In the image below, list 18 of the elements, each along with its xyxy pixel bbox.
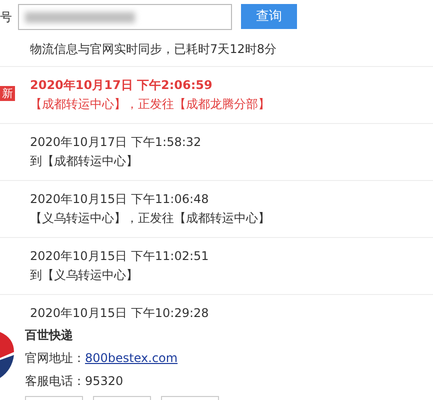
- event-status: 【义乌转运中心】，正发往【成都转运中心】: [30, 210, 270, 227]
- event-time: 2020年10月17日 下午1:58:32: [30, 134, 202, 151]
- courier-name: 百世快递: [25, 327, 74, 344]
- field-label: 号: [0, 8, 12, 26]
- phone-number: 95320: [85, 374, 124, 388]
- event-status: 到【成都转运中心】: [30, 153, 139, 170]
- event-time: 2020年10月15日 下午11:06:48: [30, 191, 210, 208]
- phone-label: 客服电话：: [25, 374, 85, 388]
- tracking-number-field[interactable]: [18, 4, 232, 30]
- event-status: 【成都转运中心】，正发往【成都龙腾分部】: [30, 96, 270, 113]
- event-status: 到【义乌转运中心】: [30, 267, 139, 284]
- sync-note: 物流信息与官网实时同步，已耗时7天12时8分: [0, 33, 433, 67]
- site-label: 官网地址：: [25, 351, 85, 365]
- event-time: 2020年10月15日 下午11:02:51: [30, 248, 209, 265]
- site-link[interactable]: 800bestex.com: [85, 351, 178, 365]
- event-time: 2020年10月15日 下午10:29:28: [30, 305, 209, 322]
- event-time: 2020年10月17日 下午2:06:59: [30, 77, 214, 94]
- new-badge: 新: [0, 86, 15, 101]
